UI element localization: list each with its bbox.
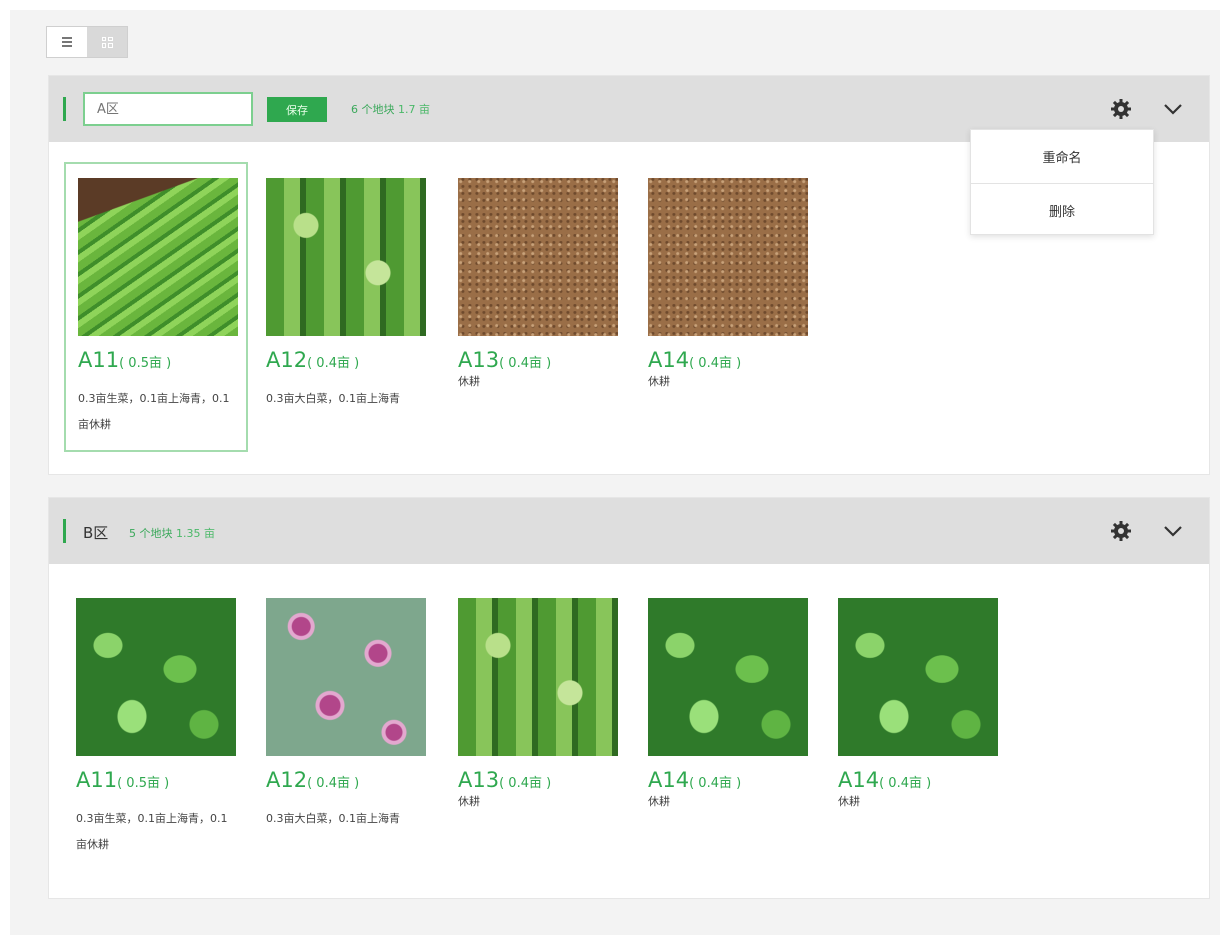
plot-title: A11( 0.5亩 ) bbox=[78, 348, 171, 372]
plot-thumbnail bbox=[76, 598, 236, 756]
zone-b-stats: 5 个地块 1.35 亩 bbox=[129, 525, 215, 541]
plot-card[interactable]: A13( 0.4亩 ) 休耕 bbox=[446, 164, 630, 454]
zone-a-stats: 6 个地块 1.7 亩 bbox=[351, 101, 430, 117]
plot-card[interactable]: A11( 0.5亩 ) 0.3亩生菜，0.1亩上海青，0.1亩休耕 bbox=[64, 162, 248, 452]
plot-card[interactable]: A14( 0.4亩 ) 休耕 bbox=[826, 584, 1010, 874]
plot-title: A14( 0.4亩 ) bbox=[838, 768, 931, 792]
menu-item-delete[interactable]: 删除 bbox=[971, 183, 1153, 236]
zone-b-area: 1.35 亩 bbox=[176, 527, 215, 540]
plot-card[interactable]: A11( 0.5亩 ) 0.3亩生菜，0.1亩上海青，0.1亩休耕 bbox=[64, 584, 248, 874]
plot-card[interactable]: A14( 0.4亩 ) 休耕 bbox=[636, 584, 820, 874]
plot-size: ( 0.4亩 ) bbox=[689, 356, 742, 371]
zone-a-plot-count: 6 个地块 bbox=[351, 103, 395, 116]
plot-code: A13 bbox=[458, 348, 500, 372]
gear-icon[interactable] bbox=[1109, 97, 1133, 121]
plot-thumbnail bbox=[78, 178, 238, 336]
plot-size: ( 0.5亩 ) bbox=[117, 776, 170, 791]
plot-title: A13( 0.4亩 ) bbox=[458, 768, 551, 792]
plot-thumbnail bbox=[266, 598, 426, 756]
plot-code: A12 bbox=[266, 348, 308, 372]
plot-thumbnail bbox=[458, 178, 618, 336]
plot-title: A12( 0.4亩 ) bbox=[266, 768, 359, 792]
menu-item-rename[interactable]: 重命名 bbox=[971, 130, 1153, 183]
plot-card[interactable]: A14( 0.4亩 ) 休耕 bbox=[636, 164, 820, 454]
plot-description: 休耕 bbox=[648, 375, 670, 388]
plot-description: 0.3亩生菜，0.1亩上海青，0.1亩休耕 bbox=[78, 392, 230, 431]
plot-description: 0.3亩大白菜，0.1亩上海青 bbox=[266, 392, 400, 405]
plot-thumbnail bbox=[648, 598, 808, 756]
zone-accent-bar bbox=[63, 519, 66, 543]
plot-title: A13( 0.4亩 ) bbox=[458, 348, 551, 372]
zone-settings-menu: 重命名 删除 bbox=[970, 129, 1154, 235]
plot-description: 休耕 bbox=[648, 795, 670, 808]
plot-description: 0.3亩生菜，0.1亩上海青，0.1亩休耕 bbox=[76, 812, 228, 851]
plot-title: A11( 0.5亩 ) bbox=[76, 768, 169, 792]
zone-name-input[interactable] bbox=[83, 92, 253, 126]
plot-thumbnail bbox=[266, 178, 426, 336]
plot-description: 休耕 bbox=[458, 375, 480, 388]
list-view-icon bbox=[62, 37, 72, 47]
plot-code: A14 bbox=[648, 348, 690, 372]
plot-code: A14 bbox=[838, 768, 880, 792]
plot-card[interactable]: A12( 0.4亩 ) 0.3亩大白菜，0.1亩上海青 bbox=[254, 164, 438, 454]
plot-size: ( 0.4亩 ) bbox=[499, 776, 552, 791]
plot-size: ( 0.4亩 ) bbox=[689, 776, 742, 791]
plot-title: A14( 0.4亩 ) bbox=[648, 348, 741, 372]
plot-code: A14 bbox=[648, 768, 690, 792]
plot-size: ( 0.4亩 ) bbox=[307, 356, 360, 371]
save-button[interactable]: 保存 bbox=[267, 97, 327, 122]
chevron-down-icon[interactable] bbox=[1161, 519, 1185, 543]
plot-description: 休耕 bbox=[458, 795, 480, 808]
plot-code: A11 bbox=[78, 348, 120, 372]
grid-view-icon bbox=[101, 36, 113, 48]
plot-size: ( 0.4亩 ) bbox=[307, 776, 360, 791]
plot-code: A12 bbox=[266, 768, 308, 792]
view-toggle bbox=[46, 26, 128, 58]
zone-a-area: 1.7 亩 bbox=[398, 103, 430, 116]
plot-size: ( 0.4亩 ) bbox=[879, 776, 932, 791]
plot-description: 休耕 bbox=[838, 795, 860, 808]
plot-card[interactable]: A13( 0.4亩 ) 休耕 bbox=[446, 584, 630, 874]
plot-title: A14( 0.4亩 ) bbox=[648, 768, 741, 792]
zone-accent-bar bbox=[63, 97, 66, 121]
plot-code: A13 bbox=[458, 768, 500, 792]
zone-b-title: B区 bbox=[83, 524, 109, 542]
list-view-button[interactable] bbox=[47, 27, 87, 57]
chevron-down-icon[interactable] bbox=[1161, 97, 1185, 121]
zone-b-header: B区 5 个地块 1.35 亩 bbox=[49, 498, 1209, 564]
plot-code: A11 bbox=[76, 768, 118, 792]
grid-view-button[interactable] bbox=[87, 27, 127, 57]
zone-b-plot-count: 5 个地块 bbox=[129, 527, 173, 540]
plot-thumbnail bbox=[648, 178, 808, 336]
plot-thumbnail bbox=[458, 598, 618, 756]
plot-title: A12( 0.4亩 ) bbox=[266, 348, 359, 372]
plot-card[interactable]: A12( 0.4亩 ) 0.3亩大白菜，0.1亩上海青 bbox=[254, 584, 438, 874]
plot-description: 0.3亩大白菜，0.1亩上海青 bbox=[266, 812, 400, 825]
gear-icon[interactable] bbox=[1109, 519, 1133, 543]
plot-size: ( 0.4亩 ) bbox=[499, 356, 552, 371]
plot-size: ( 0.5亩 ) bbox=[119, 356, 172, 371]
plot-thumbnail bbox=[838, 598, 998, 756]
